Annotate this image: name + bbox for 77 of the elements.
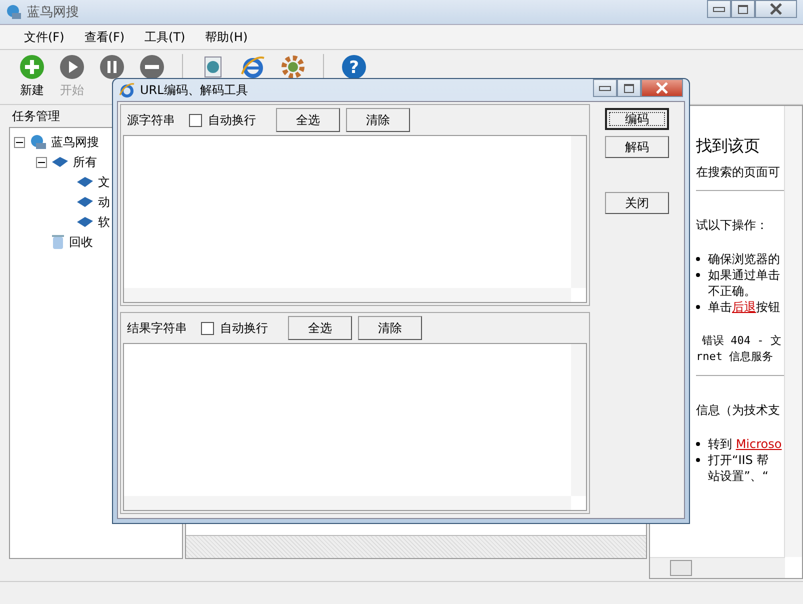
horizontal-scrollbar[interactable]: [650, 557, 785, 578]
menu-item[interactable]: 文件(F): [14, 28, 74, 46]
dialog-title: URL编码、解码工具: [140, 82, 248, 98]
browser-icon: [240, 54, 266, 80]
text-line: 站设置”、“: [708, 469, 768, 483]
field-label: 结果字符串: [127, 320, 187, 336]
text-line: 不正确。: [708, 284, 756, 298]
trash-icon: [51, 234, 65, 250]
text-line: 转到 Microso: [708, 436, 782, 452]
folder-icon: [51, 155, 69, 169]
close-icon: [769, 3, 783, 15]
minimize-button[interactable]: [593, 79, 617, 97]
checkbox-label[interactable]: 自动换行: [208, 112, 256, 128]
checkbox[interactable]: [189, 114, 202, 126]
field-label: 源字符串: [127, 112, 175, 128]
horizontal-scrollbar[interactable]: [124, 496, 571, 510]
bullet-icon: [696, 257, 700, 261]
horizontal-scrollbar[interactable]: [124, 288, 571, 302]
tree-item[interactable]: 软: [98, 214, 110, 230]
maximize-button[interactable]: [617, 79, 641, 97]
action-button[interactable]: 清除: [358, 316, 422, 340]
text-line: 试以下操作：: [696, 218, 768, 232]
bullet-icon: [696, 273, 700, 277]
text-line: 错误 404 - 文: [702, 334, 782, 347]
checkbox[interactable]: [201, 322, 214, 334]
minimize-button[interactable]: [707, 0, 731, 18]
vertical-scrollbar[interactable]: [571, 344, 586, 496]
bullet-icon: [696, 458, 700, 462]
close-icon: [655, 82, 669, 94]
text-line: 在搜索的页面可: [696, 165, 780, 179]
network-icon: [6, 4, 22, 20]
panel-title: 任务管理: [12, 109, 60, 123]
browser-icon: [119, 82, 135, 98]
menu-item[interactable]: 查看(F): [74, 28, 135, 46]
network-icon: [29, 134, 47, 150]
tree-item[interactable]: 蓝鸟网搜: [51, 134, 99, 150]
action-button[interactable]: 全选: [288, 316, 352, 340]
add-icon: [19, 54, 45, 80]
folder-icon: [76, 175, 94, 189]
dialog-button[interactable]: 关闭: [605, 192, 669, 214]
text-line: rnet 信息服务: [696, 350, 774, 363]
text-line: 打开“IIS 帮: [708, 452, 769, 468]
toolbar-button[interactable]: 新建: [12, 52, 52, 99]
tree-item[interactable]: 文: [98, 174, 110, 190]
tree-item[interactable]: 回收: [69, 234, 93, 250]
dialog-button[interactable]: 解码: [605, 136, 669, 158]
folder-icon: [76, 195, 94, 209]
text-line: 信息（为技术支: [696, 403, 780, 417]
action-button[interactable]: 清除: [346, 108, 410, 132]
help-icon: ?: [341, 54, 367, 80]
gear-icon: [280, 54, 306, 80]
menu-item[interactable]: 帮助(H): [195, 28, 258, 46]
menu-item[interactable]: 工具(T): [134, 28, 196, 46]
play-icon: [59, 54, 85, 80]
close-button[interactable]: [641, 79, 683, 97]
page-heading: 找到该页: [696, 135, 761, 157]
window-title: 蓝鸟网搜: [27, 4, 79, 21]
action-button[interactable]: 全选: [276, 108, 340, 132]
close-button[interactable]: [755, 0, 797, 18]
vertical-scrollbar[interactable]: [784, 106, 802, 557]
tree-item[interactable]: 动: [98, 194, 110, 210]
text-line: 如果通过单击: [708, 267, 780, 283]
minus-icon: [139, 54, 165, 80]
collapse-icon[interactable]: [14, 136, 25, 148]
text-line: 单击后退按钮: [708, 299, 780, 315]
bullet-icon: [696, 305, 700, 309]
dialog-button[interactable]: 编码: [605, 108, 669, 130]
collapse-icon[interactable]: [36, 156, 47, 168]
toolbar-button[interactable]: ?: [334, 52, 374, 80]
pause-icon: [99, 54, 125, 80]
folder-icon: [76, 215, 94, 229]
vertical-scrollbar[interactable]: [571, 136, 586, 288]
text-line: 确保浏览器的: [708, 251, 780, 267]
maximize-button[interactable]: [731, 0, 755, 18]
checkbox-label[interactable]: 自动换行: [220, 320, 268, 336]
bullet-icon: [696, 442, 700, 446]
tree-item[interactable]: 所有: [73, 154, 97, 170]
